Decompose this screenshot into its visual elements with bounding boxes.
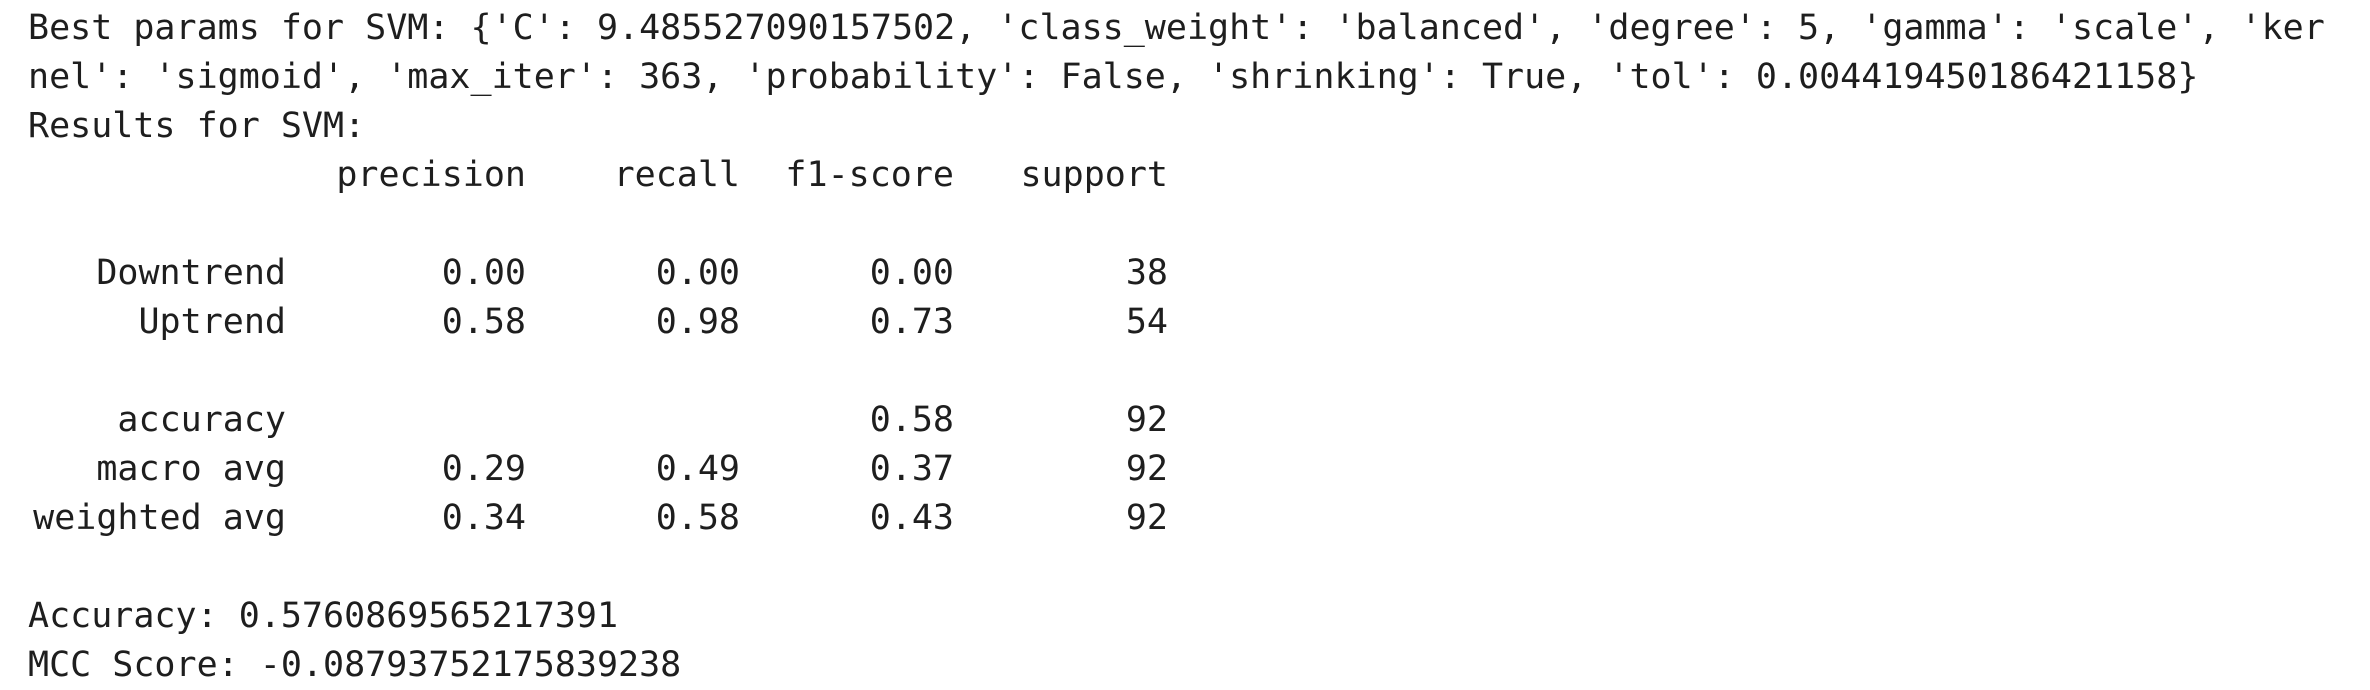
- report-header-recall: recall: [613, 155, 740, 195]
- report-row-uptrend: Uptrend 0.58 0.98 0.73 54: [28, 298, 2358, 347]
- row-f1-score: 0.00: [869, 253, 954, 293]
- row-precision: 0.29: [441, 449, 526, 489]
- report-header-support: support: [1020, 155, 1168, 195]
- report-header-row: precision recall f1-score support: [28, 151, 2358, 200]
- report-row-downtrend: Downtrend 0.00 0.00 0.00 38: [28, 249, 2358, 298]
- row-precision: [286, 396, 526, 445]
- row-label: accuracy: [117, 400, 286, 440]
- report-row-weighted-avg: weighted avg 0.34 0.58 0.43 92: [28, 494, 2358, 543]
- row-recall: 0.98: [655, 302, 740, 342]
- row-f1-score: 0.73: [869, 302, 954, 342]
- row-recall: 0.00: [655, 253, 740, 293]
- row-support: 92: [1125, 498, 1168, 538]
- report-row-accuracy: accuracy 0.58 92: [28, 396, 2358, 445]
- row-f1-score: 0.43: [869, 498, 954, 538]
- mcc-score-line: MCC Score: -0.08793752175839238: [28, 645, 682, 685]
- row-precision: 0.58: [441, 302, 526, 342]
- row-support: 54: [1125, 302, 1168, 342]
- accuracy-line: Accuracy: 0.5760869565217391: [28, 596, 619, 636]
- row-precision: 0.00: [441, 253, 526, 293]
- best-params-line-1: Best params for SVM: {'C': 9.48552709015…: [28, 8, 2325, 48]
- row-label: Uptrend: [138, 302, 286, 342]
- row-recall: 0.49: [655, 449, 740, 489]
- row-precision: 0.34: [441, 498, 526, 538]
- results-heading: Results for SVM:: [28, 106, 366, 146]
- row-label: weighted avg: [33, 498, 286, 538]
- report-header-f1-score: f1-score: [785, 155, 954, 195]
- row-recall: [526, 396, 740, 445]
- row-label: macro avg: [96, 449, 286, 489]
- row-f1-score: 0.37: [869, 449, 954, 489]
- report-row-macro-avg: macro avg 0.29 0.49 0.37 92: [28, 445, 2358, 494]
- row-support: 38: [1125, 253, 1168, 293]
- row-label: Downtrend: [96, 253, 286, 293]
- row-support: 92: [1125, 449, 1168, 489]
- best-params-line-2: nel': 'sigmoid', 'max_iter': 363, 'proba…: [28, 57, 2199, 97]
- row-f1-score: 0.58: [869, 400, 954, 440]
- report-header-precision: precision: [336, 155, 526, 195]
- cell-output: Best params for SVM: {'C': 9.48552709015…: [28, 4, 2358, 690]
- row-support: 92: [1125, 400, 1168, 440]
- row-recall: 0.58: [655, 498, 740, 538]
- report-header-label: [28, 151, 286, 200]
